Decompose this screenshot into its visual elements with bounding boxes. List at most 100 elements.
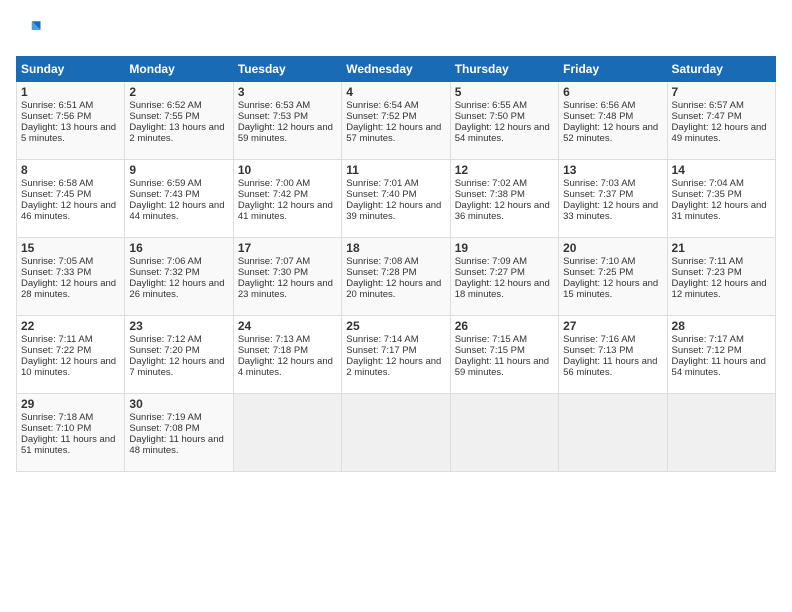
daylight-text: Daylight: 12 hours and 59 minutes. — [238, 122, 333, 144]
calendar-table: SundayMondayTuesdayWednesdayThursdayFrid… — [16, 56, 776, 472]
sunset-text: Sunset: 7:47 PM — [672, 111, 742, 122]
day-header: Wednesday — [342, 57, 450, 82]
sunset-text: Sunset: 7:32 PM — [129, 267, 199, 278]
day-number: 8 — [21, 163, 120, 177]
calendar-cell: 10 Sunrise: 7:00 AM Sunset: 7:42 PM Dayl… — [233, 160, 341, 238]
daylight-text: Daylight: 12 hours and 39 minutes. — [346, 200, 441, 222]
sunrise-text: Sunrise: 6:53 AM — [238, 100, 310, 111]
day-number: 27 — [563, 319, 662, 333]
calendar-week-row: 8 Sunrise: 6:58 AM Sunset: 7:45 PM Dayli… — [17, 160, 776, 238]
sunrise-text: Sunrise: 7:16 AM — [563, 334, 635, 345]
day-number: 13 — [563, 163, 662, 177]
calendar-header-row: SundayMondayTuesdayWednesdayThursdayFrid… — [17, 57, 776, 82]
sunrise-text: Sunrise: 7:19 AM — [129, 412, 201, 423]
sunrise-text: Sunrise: 7:14 AM — [346, 334, 418, 345]
sunset-text: Sunset: 7:30 PM — [238, 267, 308, 278]
sunset-text: Sunset: 7:42 PM — [238, 189, 308, 200]
sunrise-text: Sunrise: 7:05 AM — [21, 256, 93, 267]
calendar-week-row: 15 Sunrise: 7:05 AM Sunset: 7:33 PM Dayl… — [17, 238, 776, 316]
daylight-text: Daylight: 13 hours and 2 minutes. — [129, 122, 224, 144]
day-number: 7 — [672, 85, 771, 99]
day-header: Saturday — [667, 57, 775, 82]
daylight-text: Daylight: 12 hours and 28 minutes. — [21, 278, 116, 300]
sunset-text: Sunset: 7:35 PM — [672, 189, 742, 200]
calendar-cell: 4 Sunrise: 6:54 AM Sunset: 7:52 PM Dayli… — [342, 82, 450, 160]
sunset-text: Sunset: 7:23 PM — [672, 267, 742, 278]
calendar-cell: 19 Sunrise: 7:09 AM Sunset: 7:27 PM Dayl… — [450, 238, 558, 316]
day-number: 26 — [455, 319, 554, 333]
day-number: 24 — [238, 319, 337, 333]
sunset-text: Sunset: 7:50 PM — [455, 111, 525, 122]
sunrise-text: Sunrise: 7:09 AM — [455, 256, 527, 267]
sunrise-text: Sunrise: 7:13 AM — [238, 334, 310, 345]
calendar-cell — [667, 394, 775, 472]
day-number: 9 — [129, 163, 228, 177]
daylight-text: Daylight: 12 hours and 31 minutes. — [672, 200, 767, 222]
daylight-text: Daylight: 12 hours and 52 minutes. — [563, 122, 658, 144]
sunset-text: Sunset: 7:33 PM — [21, 267, 91, 278]
calendar-cell: 22 Sunrise: 7:11 AM Sunset: 7:22 PM Dayl… — [17, 316, 125, 394]
sunrise-text: Sunrise: 7:11 AM — [672, 256, 744, 267]
sunset-text: Sunset: 7:37 PM — [563, 189, 633, 200]
daylight-text: Daylight: 12 hours and 20 minutes. — [346, 278, 441, 300]
daylight-text: Daylight: 12 hours and 18 minutes. — [455, 278, 550, 300]
daylight-text: Daylight: 11 hours and 51 minutes. — [21, 434, 115, 456]
calendar-cell: 1 Sunrise: 6:51 AM Sunset: 7:56 PM Dayli… — [17, 82, 125, 160]
sunrise-text: Sunrise: 7:11 AM — [21, 334, 93, 345]
calendar-cell: 28 Sunrise: 7:17 AM Sunset: 7:12 PM Dayl… — [667, 316, 775, 394]
sunrise-text: Sunrise: 6:57 AM — [672, 100, 744, 111]
calendar-cell — [233, 394, 341, 472]
sunset-text: Sunset: 7:43 PM — [129, 189, 199, 200]
calendar-cell: 29 Sunrise: 7:18 AM Sunset: 7:10 PM Dayl… — [17, 394, 125, 472]
sunset-text: Sunset: 7:53 PM — [238, 111, 308, 122]
sunset-text: Sunset: 7:40 PM — [346, 189, 416, 200]
day-number: 14 — [672, 163, 771, 177]
sunrise-text: Sunrise: 7:00 AM — [238, 178, 310, 189]
sunrise-text: Sunrise: 6:59 AM — [129, 178, 201, 189]
sunset-text: Sunset: 7:38 PM — [455, 189, 525, 200]
daylight-text: Daylight: 12 hours and 36 minutes. — [455, 200, 550, 222]
sunrise-text: Sunrise: 7:04 AM — [672, 178, 744, 189]
sunset-text: Sunset: 7:27 PM — [455, 267, 525, 278]
sunset-text: Sunset: 7:10 PM — [21, 423, 91, 434]
day-number: 10 — [238, 163, 337, 177]
calendar-week-row: 1 Sunrise: 6:51 AM Sunset: 7:56 PM Dayli… — [17, 82, 776, 160]
daylight-text: Daylight: 12 hours and 49 minutes. — [672, 122, 767, 144]
daylight-text: Daylight: 12 hours and 41 minutes. — [238, 200, 333, 222]
calendar-cell — [342, 394, 450, 472]
sunrise-text: Sunrise: 6:55 AM — [455, 100, 527, 111]
calendar-cell: 20 Sunrise: 7:10 AM Sunset: 7:25 PM Dayl… — [559, 238, 667, 316]
calendar-cell: 16 Sunrise: 7:06 AM Sunset: 7:32 PM Dayl… — [125, 238, 233, 316]
calendar-cell: 8 Sunrise: 6:58 AM Sunset: 7:45 PM Dayli… — [17, 160, 125, 238]
sunset-text: Sunset: 7:28 PM — [346, 267, 416, 278]
sunset-text: Sunset: 7:12 PM — [672, 345, 742, 356]
calendar-cell: 26 Sunrise: 7:15 AM Sunset: 7:15 PM Dayl… — [450, 316, 558, 394]
daylight-text: Daylight: 12 hours and 12 minutes. — [672, 278, 767, 300]
calendar-cell — [450, 394, 558, 472]
daylight-text: Daylight: 12 hours and 26 minutes. — [129, 278, 224, 300]
day-number: 30 — [129, 397, 228, 411]
daylight-text: Daylight: 12 hours and 44 minutes. — [129, 200, 224, 222]
daylight-text: Daylight: 12 hours and 57 minutes. — [346, 122, 441, 144]
calendar-cell: 18 Sunrise: 7:08 AM Sunset: 7:28 PM Dayl… — [342, 238, 450, 316]
sunrise-text: Sunrise: 7:02 AM — [455, 178, 527, 189]
daylight-text: Daylight: 12 hours and 2 minutes. — [346, 356, 441, 378]
day-number: 3 — [238, 85, 337, 99]
logo-icon — [16, 16, 44, 44]
sunset-text: Sunset: 7:55 PM — [129, 111, 199, 122]
daylight-text: Daylight: 12 hours and 10 minutes. — [21, 356, 116, 378]
day-header: Thursday — [450, 57, 558, 82]
day-header: Friday — [559, 57, 667, 82]
day-number: 5 — [455, 85, 554, 99]
calendar-cell: 11 Sunrise: 7:01 AM Sunset: 7:40 PM Dayl… — [342, 160, 450, 238]
day-header: Sunday — [17, 57, 125, 82]
sunrise-text: Sunrise: 7:10 AM — [563, 256, 635, 267]
sunset-text: Sunset: 7:15 PM — [455, 345, 525, 356]
day-number: 20 — [563, 241, 662, 255]
sunset-text: Sunset: 7:48 PM — [563, 111, 633, 122]
calendar-cell: 15 Sunrise: 7:05 AM Sunset: 7:33 PM Dayl… — [17, 238, 125, 316]
calendar-cell: 14 Sunrise: 7:04 AM Sunset: 7:35 PM Dayl… — [667, 160, 775, 238]
day-number: 28 — [672, 319, 771, 333]
daylight-text: Daylight: 12 hours and 15 minutes. — [563, 278, 658, 300]
sunrise-text: Sunrise: 7:03 AM — [563, 178, 635, 189]
